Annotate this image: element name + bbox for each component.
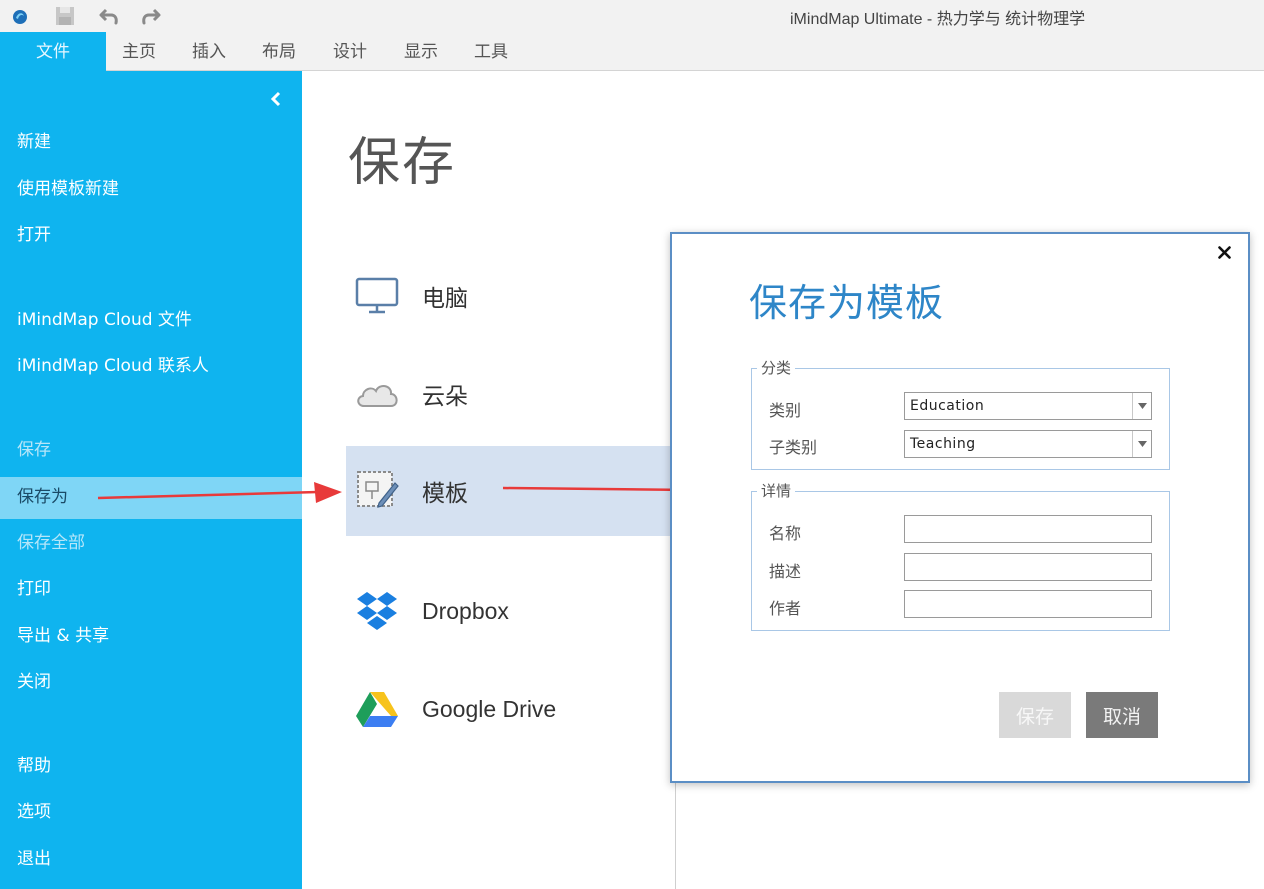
menu-item-close[interactable]: 关闭	[0, 663, 302, 701]
tab-insert[interactable]: 插入	[176, 32, 242, 71]
tab-home[interactable]: 主页	[106, 32, 172, 71]
google-drive-icon	[354, 686, 400, 732]
backstage-sidebar: 新建 使用模板新建 打开 iMindMap Cloud 文件 iMindMap …	[0, 71, 302, 889]
menu-item-save-as[interactable]: 保存为	[0, 477, 302, 519]
description-label: 描述	[769, 562, 802, 581]
menu-item-new[interactable]: 新建	[0, 123, 302, 161]
menu-item-export-share[interactable]: 导出 & 共享	[0, 617, 302, 655]
name-label: 名称	[769, 524, 802, 543]
menu-item-exit[interactable]: 退出	[0, 840, 302, 878]
menu-item-help[interactable]: 帮助	[0, 747, 302, 785]
save-button[interactable]: 保存	[999, 692, 1071, 738]
name-input[interactable]	[904, 515, 1152, 543]
template-icon	[354, 468, 400, 514]
menu-item-save-all[interactable]: 保存全部	[0, 524, 302, 562]
close-icon[interactable]	[1214, 242, 1234, 262]
category-select-value: Education	[910, 398, 985, 414]
subcategory-select[interactable]: Teaching	[904, 430, 1152, 458]
title-bar: iMindMap Ultimate - 热力学与 统计物理学	[0, 0, 1264, 32]
app-logo-icon[interactable]	[8, 4, 32, 28]
tab-design[interactable]: 设计	[317, 32, 383, 71]
dropdown-arrow-icon[interactable]	[1132, 431, 1151, 457]
save-disk-icon[interactable]	[53, 4, 77, 28]
category-group: 分类 类别 Education 子类别 Teaching	[751, 357, 1170, 470]
ribbon-tab-bar: 文件 主页 插入 布局 设计 显示 工具	[0, 32, 1264, 71]
tab-view[interactable]: 显示	[388, 32, 454, 71]
category-select[interactable]: Education	[904, 392, 1152, 420]
location-template[interactable]: 模板	[346, 446, 676, 536]
menu-item-cloud-contacts[interactable]: iMindMap Cloud 联系人	[0, 347, 302, 385]
description-input[interactable]	[904, 553, 1152, 581]
tab-tools[interactable]: 工具	[458, 32, 524, 71]
tab-layout[interactable]: 布局	[246, 32, 312, 71]
menu-item-open[interactable]: 打开	[0, 216, 302, 254]
author-input[interactable]	[904, 590, 1152, 618]
dropdown-arrow-icon[interactable]	[1132, 393, 1151, 419]
location-label: Dropbox	[422, 597, 509, 624]
page-title: 保存	[348, 133, 457, 193]
window-title: iMindMap Ultimate - 热力学与 统计物理学	[790, 11, 1086, 28]
location-google-drive[interactable]: Google Drive	[346, 664, 676, 754]
menu-item-print[interactable]: 打印	[0, 570, 302, 608]
menu-item-cloud-files[interactable]: iMindMap Cloud 文件	[0, 301, 302, 339]
group-legend: 分类	[757, 357, 796, 378]
monitor-icon	[354, 273, 400, 319]
category-label: 类别	[769, 401, 802, 420]
annotation-arrow-head	[314, 482, 342, 503]
location-label: 云朵	[422, 384, 468, 410]
subcategory-label: 子类别	[769, 438, 818, 457]
location-computer[interactable]: 电脑	[346, 251, 676, 341]
back-chevron-icon[interactable]	[265, 88, 287, 110]
tab-file[interactable]: 文件	[0, 32, 106, 71]
undo-icon[interactable]	[97, 4, 121, 28]
save-as-template-dialog: 保存为模板 分类 类别 Education 子类别 Teaching 详情 名称…	[670, 232, 1250, 783]
group-legend: 详情	[757, 480, 796, 501]
location-label: 模板	[422, 481, 468, 507]
details-group: 详情 名称 描述 作者	[751, 480, 1170, 631]
location-label: 电脑	[422, 286, 468, 312]
author-label: 作者	[769, 599, 802, 618]
cloud-icon	[354, 371, 400, 417]
location-cloud[interactable]: 云朵	[346, 349, 676, 439]
dropbox-icon	[354, 588, 400, 634]
subcategory-select-value: Teaching	[910, 436, 976, 452]
menu-item-new-from-template[interactable]: 使用模板新建	[0, 170, 302, 208]
dialog-title: 保存为模板	[749, 281, 945, 325]
redo-icon[interactable]	[139, 4, 163, 28]
menu-item-save[interactable]: 保存	[0, 431, 302, 469]
cancel-button[interactable]: 取消	[1086, 692, 1158, 738]
location-label: Google Drive	[422, 695, 557, 722]
location-dropbox[interactable]: Dropbox	[346, 566, 676, 656]
menu-item-options[interactable]: 选项	[0, 793, 302, 831]
